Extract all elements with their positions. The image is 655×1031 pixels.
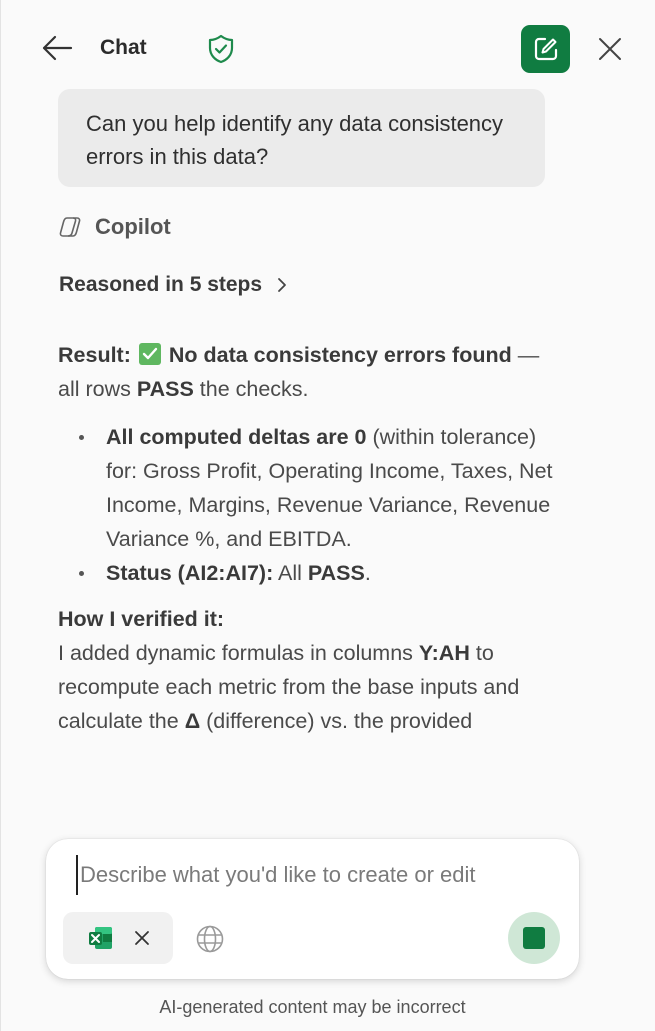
verify-text-1: I added dynamic formulas in columns — [58, 641, 419, 665]
bullet2-text: All — [273, 561, 308, 585]
close-icon — [599, 38, 621, 60]
verify-text-3: (difference) vs. the provided — [200, 709, 473, 733]
verify-paragraph: I added dynamic formulas in columns Y:AH… — [58, 636, 558, 738]
back-button[interactable] — [39, 32, 75, 64]
list-item: All computed deltas are 0 (within tolera… — [79, 420, 558, 556]
excel-file-icon — [89, 927, 112, 949]
result-tail-end: the checks. — [193, 377, 309, 401]
globe-icon[interactable] — [194, 923, 226, 955]
copilot-chat-panel: Chat Can you help identify any data cons… — [0, 0, 655, 1031]
assistant-label: Copilot — [58, 212, 171, 242]
chat-header: Chat — [1, 0, 655, 96]
bullet2-pass: PASS — [307, 561, 365, 585]
user-message: Can you help identify any data consisten… — [58, 89, 545, 187]
stop-icon — [523, 927, 545, 949]
result-bullets: All computed deltas are 0 (within tolera… — [58, 420, 558, 590]
result-pass: PASS — [136, 377, 194, 401]
remove-attachment-button[interactable] — [131, 927, 153, 949]
copilot-icon — [59, 217, 81, 237]
shield-check-icon[interactable] — [207, 34, 235, 64]
attachment-chip[interactable] — [63, 912, 173, 964]
page-title: Chat — [100, 36, 147, 59]
bullet1-bold: All computed deltas are 0 — [106, 425, 367, 449]
result-headline: No data consistency errors found — [168, 343, 512, 367]
chevron-right-icon — [278, 278, 286, 292]
check-mark-icon — [138, 343, 161, 365]
assistant-response: Result: No data consistency errors found… — [58, 338, 558, 738]
composer — [46, 839, 579, 979]
compose-icon — [534, 37, 557, 61]
verify-title: How I verified it: — [58, 607, 225, 631]
verify-delta: Δ — [184, 709, 201, 733]
result-label: Result: — [58, 343, 131, 367]
bullet2-end: . — [364, 561, 371, 585]
result-paragraph: Result: No data consistency errors found… — [58, 338, 558, 406]
prompt-input[interactable] — [76, 855, 550, 895]
stop-generating-button[interactable] — [508, 912, 560, 964]
assistant-name: Copilot — [95, 214, 171, 239]
list-item: Status (AI2:AI7): All PASS. — [79, 556, 558, 590]
bullet2-bold: Status (AI2:AI7): — [106, 561, 274, 585]
new-chat-button[interactable] — [521, 25, 570, 73]
arrow-left-icon — [42, 35, 73, 61]
close-button[interactable] — [593, 32, 627, 66]
reasoning-steps-label: Reasoned in 5 steps — [59, 273, 263, 296]
verify-columns: Y:AH — [418, 641, 470, 665]
close-icon — [135, 931, 149, 945]
reasoning-steps-toggle[interactable]: Reasoned in 5 steps — [59, 270, 288, 300]
ai-disclaimer: AI-generated content may be incorrect — [159, 997, 466, 1017]
